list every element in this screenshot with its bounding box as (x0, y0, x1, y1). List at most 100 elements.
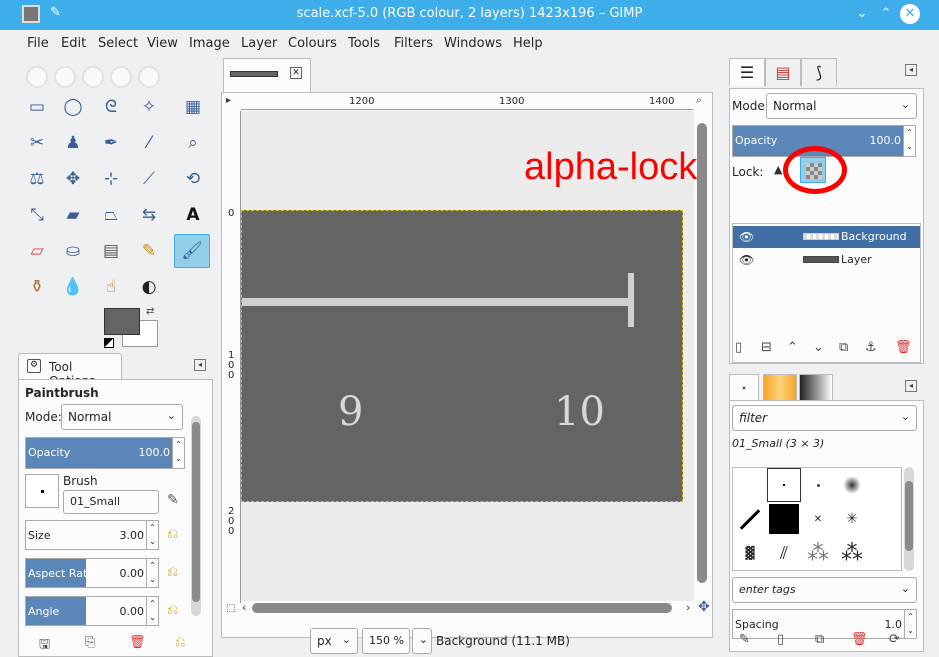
perspective-icon[interactable]: ⏢ (96, 200, 126, 230)
gradient-icon[interactable]: ▤ (96, 236, 126, 266)
fuzzy-select-icon[interactable]: ✧ (134, 92, 164, 122)
tab-patterns[interactable] (763, 374, 797, 402)
scroll-left-icon[interactable]: ‹ (242, 601, 246, 614)
horizontal-scroll-thumb[interactable] (252, 603, 672, 613)
tab-channels[interactable]: ▤ (765, 58, 801, 86)
quick-mask-toggle-icon[interactable]: ⬚ (226, 603, 235, 614)
brush-04[interactable] (733, 502, 767, 536)
new-layer-icon[interactable]: ▯ (735, 340, 742, 355)
brush-preview[interactable] (25, 474, 59, 508)
configure-tab-icon[interactable]: ◂ (194, 359, 206, 371)
tab-layers[interactable]: ☰ (729, 58, 765, 86)
brush-tags-field[interactable]: enter tags ⌄ (732, 577, 917, 603)
flip-icon[interactable]: ⇆ (134, 200, 164, 230)
spacing-stepper[interactable]: ⌃ ⌄ (904, 610, 916, 638)
new-group-icon[interactable]: ⊟ (761, 340, 772, 355)
mode-select[interactable]: Normal ⌄ (61, 404, 183, 430)
measure-icon[interactable]: ⚖ (22, 164, 52, 194)
refresh-brushes-icon[interactable]: ⟳ (889, 632, 900, 647)
menu-layer[interactable]: Layer (241, 36, 277, 51)
paths-icon[interactable]: ✒ (96, 128, 126, 158)
text-icon[interactable]: A (178, 200, 208, 230)
shear-icon[interactable]: ▰ (58, 200, 88, 230)
reset-options-icon[interactable]: ⎌ (175, 635, 185, 650)
brush-grid[interactable]: ✕ ✳ ▓ ⫽ ⁂ ⁂ (732, 467, 902, 571)
image-layer[interactable]: 9 10 (241, 210, 683, 502)
menu-image[interactable]: Image (189, 36, 230, 51)
foreground-select-icon[interactable]: ♟ (58, 128, 88, 158)
zoom-icon[interactable]: ⌕ (178, 128, 208, 158)
menu-file[interactable]: File (27, 36, 49, 51)
aspect-stepper[interactable]: ⌃ ⌄ (146, 559, 158, 587)
foreground-color-swatch[interactable] (104, 308, 140, 335)
configure-layers-tab-icon[interactable]: ◂ (905, 64, 917, 76)
rect-select-icon[interactable]: ▭ (22, 92, 52, 122)
lock-pixels-icon[interactable]: ▲ (774, 163, 782, 176)
brush-scrollbar[interactable] (904, 467, 914, 571)
eye-icon[interactable]: 👁 (739, 253, 754, 267)
pencil-icon[interactable]: ✎ (134, 236, 164, 266)
delete-brush-icon[interactable]: 🗑 (851, 632, 868, 647)
angle-reset-icon[interactable]: ⎌ (167, 602, 178, 618)
save-options-icon[interactable]: 🖫 (39, 635, 50, 657)
clone-icon[interactable]: ⚱ (22, 272, 52, 302)
tab-gradients[interactable] (799, 374, 833, 402)
configure-brushes-tab-icon[interactable]: ◂ (905, 380, 917, 392)
eraser-icon[interactable]: ▱ (22, 236, 52, 266)
vertical-scrollbar[interactable] (697, 111, 707, 601)
unit-select[interactable]: px ⌄ (310, 628, 358, 654)
menu-tools[interactable]: Tools (348, 36, 380, 51)
brush-09[interactable]: ⫽ (767, 536, 801, 570)
smudge-icon[interactable]: ☝ (96, 272, 126, 302)
menu-view[interactable]: View (147, 36, 178, 51)
brush-10[interactable]: ⁂ (801, 536, 835, 570)
brush-05[interactable] (767, 502, 801, 536)
tool-options-scrollbar[interactable] (191, 416, 201, 616)
scroll-right-icon[interactable]: › (686, 601, 690, 614)
maximize-button[interactable]: ⌃ (876, 4, 896, 24)
layer-row-layer[interactable]: 👁 Layer (733, 249, 920, 271)
opacity-slider[interactable]: Opacity 100.0 ⌃ ⌄ (25, 437, 185, 469)
lower-layer-icon[interactable]: ⌄ (813, 340, 824, 355)
zoom-lock-icon[interactable]: ⌕ (696, 95, 702, 106)
brush-11[interactable]: ⁂ (835, 536, 869, 570)
image-tab[interactable]: ✕ (223, 58, 311, 94)
raise-layer-icon[interactable]: ⌃ (787, 340, 798, 355)
close-button[interactable]: ✕ (900, 4, 920, 24)
delete-options-icon[interactable]: 🗑 (129, 635, 146, 650)
opacity-stepper[interactable]: ⌃ ⌄ (172, 438, 184, 468)
new-brush-icon[interactable]: ▯ (777, 632, 784, 647)
navigate-icon[interactable]: ✥ (698, 599, 710, 615)
edit-brush-icon[interactable]: ✎ (167, 492, 179, 508)
brush-name-field[interactable]: 01_Small (63, 490, 159, 514)
blur-icon[interactable]: 💧 (58, 272, 88, 302)
close-tab-icon[interactable]: ✕ (290, 67, 302, 79)
ellipse-select-icon[interactable]: ◯ (58, 92, 88, 122)
brush-filter-field[interactable]: filter ⌄ (732, 405, 917, 431)
brush-03[interactable] (835, 468, 869, 502)
aspect-ratio-slider[interactable]: Aspect Ratio 0.00 ⌃ ⌄ (25, 558, 159, 588)
menu-help[interactable]: Help (513, 36, 543, 51)
duplicate-layer-icon[interactable]: ⧉ (839, 340, 848, 355)
menu-select[interactable]: Select (98, 36, 138, 51)
color-select-icon[interactable]: ▦ (178, 92, 208, 122)
angle-stepper[interactable]: ⌃ ⌄ (146, 597, 158, 625)
paintbrush-icon[interactable]: 🖌 (174, 234, 210, 268)
angle-slider[interactable]: Angle 0.00 ⌃ ⌄ (25, 596, 159, 626)
brush-01-small[interactable] (767, 468, 801, 502)
scale-icon[interactable]: ⤡ (22, 200, 52, 230)
aspect-reset-icon[interactable]: ⎌ (167, 564, 178, 580)
reset-colors-icon[interactable] (104, 338, 114, 348)
minimize-button[interactable]: ⌄ (852, 4, 872, 24)
bucket-fill-icon[interactable]: ⛀ (58, 236, 88, 266)
layer-row-background[interactable]: 👁 Background (733, 226, 920, 248)
size-stepper[interactable]: ⌃ ⌄ (146, 521, 158, 549)
horizontal-ruler[interactable]: 1200 1300 1400 (241, 96, 693, 110)
brush-02[interactable] (801, 468, 835, 502)
color-picker-icon[interactable]: ⁄ (134, 128, 164, 158)
tab-tool-options[interactable]: ⚙ Tool Options (18, 353, 122, 388)
anchor-layer-icon[interactable]: ⚓ (865, 340, 877, 355)
horizontal-scrollbar[interactable] (252, 603, 692, 613)
swap-colors-icon[interactable]: ⇄ (146, 306, 154, 317)
layer-mode-select[interactable]: Normal ⌄ (766, 93, 917, 119)
